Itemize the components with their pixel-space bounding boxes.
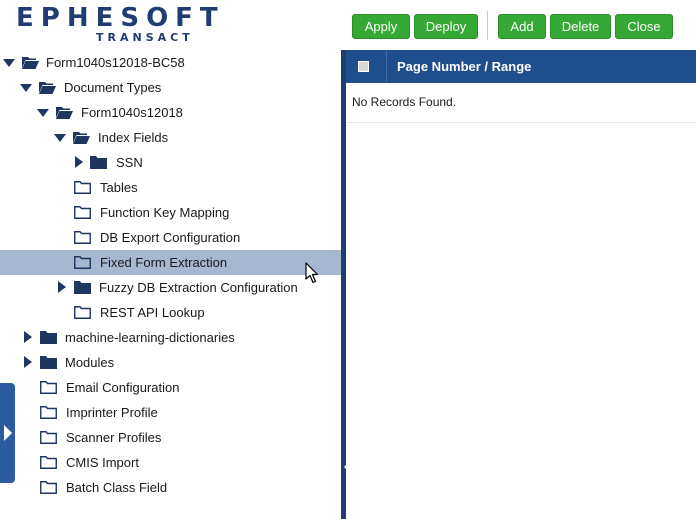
column-separator xyxy=(386,50,387,83)
caret-down-icon[interactable] xyxy=(54,134,66,142)
tree-node-email-configuration[interactable]: Email Configuration xyxy=(0,375,341,400)
caret-right-icon[interactable] xyxy=(24,356,32,368)
caret-down-icon[interactable] xyxy=(37,109,49,117)
folder-outline-icon xyxy=(74,181,91,194)
tree-node-batch-class-field[interactable]: Batch Class Field xyxy=(0,475,341,500)
tree-node-label: Fuzzy DB Extraction Configuration xyxy=(99,280,298,295)
grid-header: Page Number / Range xyxy=(346,50,696,83)
tree-node-fuzzy-db[interactable]: Fuzzy DB Extraction Configuration xyxy=(0,275,341,300)
tree-node-label: Tables xyxy=(100,180,138,195)
expand-panel-handle[interactable] xyxy=(0,383,15,483)
tree-node-rest-api[interactable]: REST API Lookup xyxy=(0,300,341,325)
caret-right-icon[interactable] xyxy=(58,281,66,293)
tree-node-label: Index Fields xyxy=(98,130,169,145)
tree-node-label: CMIS Import xyxy=(66,455,139,470)
tree-node-label: Form1040s12018 xyxy=(81,105,183,120)
tree-node-label: Modules xyxy=(65,355,115,370)
folder-closed-icon xyxy=(90,156,107,169)
caret-right-icon[interactable] xyxy=(75,156,83,168)
close-button[interactable]: Close xyxy=(615,14,673,39)
tree-node-label: Imprinter Profile xyxy=(66,405,158,420)
tree-node-ssn[interactable]: SSN xyxy=(0,150,341,175)
tree-node-document-types[interactable]: Document Types xyxy=(0,75,341,100)
tree-node-label: DB Export Configuration xyxy=(100,230,241,245)
tree-node-label: machine-learning-dictionaries xyxy=(65,330,235,345)
tree-node-label: Function Key Mapping xyxy=(100,205,230,220)
mouse-pointer-icon xyxy=(305,262,319,284)
tree-node-label: Form1040s12018-BC58 xyxy=(46,55,185,70)
folder-outline-icon xyxy=(74,206,91,219)
tree-node-root[interactable]: Form1040s12018-BC58 xyxy=(0,50,341,75)
chevron-right-icon xyxy=(4,425,12,441)
folder-outline-icon xyxy=(74,306,91,319)
tree-node-imprinter-profile[interactable]: Imprinter Profile xyxy=(0,400,341,425)
tree-node-label: Document Types xyxy=(64,80,162,95)
tree-node-label: Email Configuration xyxy=(66,380,180,395)
batch-class-tree: Form1040s12018-BC58 Document Types Form1… xyxy=(0,50,341,519)
column-header-page-number[interactable]: Page Number / Range xyxy=(397,59,531,74)
folder-outline-icon xyxy=(40,481,57,494)
folder-closed-icon xyxy=(40,356,57,369)
tree-node-form[interactable]: Form1040s12018 xyxy=(0,100,341,125)
tree-node-scanner-profiles[interactable]: Scanner Profiles xyxy=(0,425,341,450)
tree-node-label: REST API Lookup xyxy=(100,305,205,320)
tree-node-label: Scanner Profiles xyxy=(66,430,162,445)
tree-node-index-fields[interactable]: Index Fields xyxy=(0,125,341,150)
folder-outline-icon xyxy=(74,256,91,269)
folder-open-icon xyxy=(73,132,90,144)
tree-node-modules[interactable]: Modules xyxy=(0,350,341,375)
ephesoft-logo: EPHESOFT TRANSACT xyxy=(16,3,218,47)
folder-outline-icon xyxy=(40,456,57,469)
apply-button[interactable]: Apply xyxy=(352,14,410,39)
page-range-grid: Page Number / Range No Records Found. xyxy=(346,50,696,519)
tree-node-db-export[interactable]: DB Export Configuration xyxy=(0,225,341,250)
folder-open-icon xyxy=(56,107,73,119)
tree-node-ml-dictionaries[interactable]: machine-learning-dictionaries xyxy=(0,325,341,350)
tree-node-function-key-mapping[interactable]: Function Key Mapping xyxy=(0,200,341,225)
select-all-checkbox[interactable] xyxy=(358,61,369,72)
add-button[interactable]: Add xyxy=(498,14,546,39)
deploy-button[interactable]: Deploy xyxy=(414,14,478,39)
tree-node-label: Batch Class Field xyxy=(66,480,168,495)
tree-node-label: SSN xyxy=(116,155,143,170)
folder-closed-icon xyxy=(40,331,57,344)
logo-subtitle: TRANSACT xyxy=(96,31,194,44)
caret-down-icon[interactable] xyxy=(3,59,15,67)
folder-closed-icon xyxy=(74,281,91,294)
toolbar-separator xyxy=(487,11,488,40)
tree-node-label: Fixed Form Extraction xyxy=(100,255,228,270)
folder-open-icon xyxy=(22,57,39,69)
folder-outline-icon xyxy=(74,231,91,244)
logo-wordmark: EPHESOFT xyxy=(16,3,225,33)
tree-node-cmis-import[interactable]: CMIS Import xyxy=(0,450,341,475)
caret-right-icon[interactable] xyxy=(24,331,32,343)
empty-state-message: No Records Found. xyxy=(352,95,457,109)
folder-outline-icon xyxy=(40,431,57,444)
folder-open-icon xyxy=(39,82,56,94)
folder-outline-icon xyxy=(40,381,57,394)
folder-outline-icon xyxy=(40,406,57,419)
grid-row-divider xyxy=(346,122,696,123)
tree-node-fixed-form-extraction[interactable]: Fixed Form Extraction xyxy=(0,250,341,275)
caret-down-icon[interactable] xyxy=(20,84,32,92)
tree-node-tables[interactable]: Tables xyxy=(0,175,341,200)
delete-button[interactable]: Delete xyxy=(550,14,611,39)
